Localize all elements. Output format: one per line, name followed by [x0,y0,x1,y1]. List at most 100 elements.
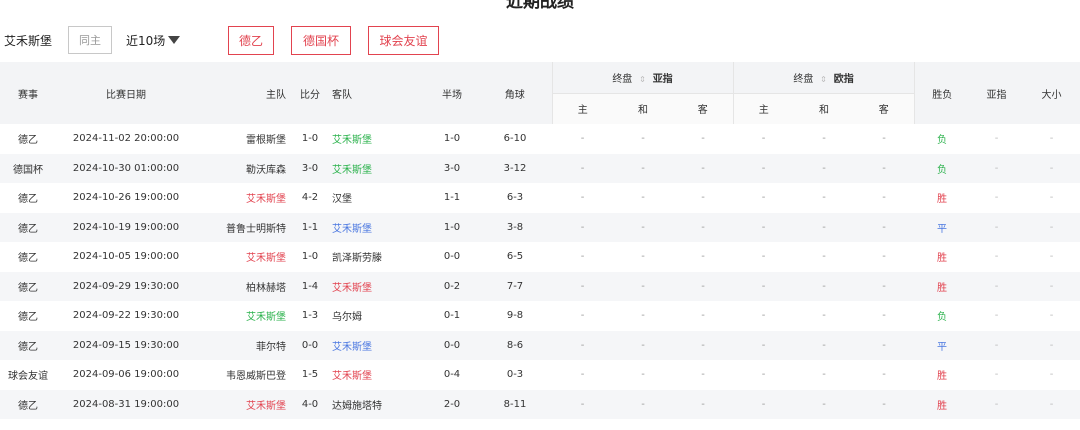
cell-odds: - [733,153,795,183]
cell-half: 0-4 [443,369,461,381]
group-asian-prefix: 终盘 [612,73,633,85]
cell-odds: - [761,192,766,204]
cell-odds: - [552,330,613,360]
table-row[interactable]: 球会友谊 2024-09-06 19:00:00 韦恩威斯巴登 1-5 艾禾斯堡 0-4 0… [0,360,1080,390]
table-row[interactable]: 德乙 2024-09-22 19:30:00 艾禾斯堡 1-3 乌尔姆 0-1 9-8 - - -… [0,301,1080,331]
cell-corners: 3-12 [478,153,552,183]
cell-asian-result: - [994,251,999,263]
cell-odds: - [613,153,673,183]
cell-asian-result: - [970,330,1024,360]
cell-date: 2024-10-05 19:00:00 [72,251,180,263]
cell-odds: - [673,212,734,242]
cell-score: 1-0 [301,133,319,145]
cell-ou-result: - [1023,330,1080,360]
cell-odds: - [794,153,855,183]
header-group-asian[interactable]: 终盘 ⇕ 亚指 [551,62,734,93]
match-rows: 德乙 2024-11-02 20:00:00 雷根斯堡 1-0 艾禾斯堡 1-0 6-10-… [0,124,1080,419]
cell-home-team: 雷根斯堡 [246,135,286,147]
cell-league: 德国杯 [0,153,56,183]
cell-result: 平 [914,212,971,242]
same-home-button[interactable]: 同主 [68,26,112,54]
cell-corners: 7-7 [478,271,552,301]
table-row[interactable]: 德乙 2024-08-31 19:00:00 艾禾斯堡 4-0 达姆施塔特 2-0 8-11… [0,389,1080,419]
filter-tag-friendly[interactable]: 球会友谊 [368,25,439,55]
cell-odds: - [701,369,705,381]
filter-tag-2bundesliga[interactable]: 德乙 [228,25,274,55]
sub-header-away: 客 [854,92,915,124]
group-euro-label: 欧指 [833,73,854,85]
cell-home-team: 勒沃库森 [196,153,292,183]
caret-down-icon [168,36,181,44]
table-row[interactable]: 德乙 2024-10-05 19:00:00 艾禾斯堡 1-0 凯泽斯劳滕 0-0 6-5 -… [0,242,1080,272]
cell-corners: 6-5 [506,251,524,263]
cell-half: 0-2 [426,271,478,301]
sub-header-home: 主 [732,92,795,124]
cell-odds: - [552,271,613,301]
cell-odds: - [641,192,645,204]
team-name: 艾禾斯堡 [4,33,53,48]
match-table: 赛事 比赛日期 主队 比分 客队 半场 角球 终盘 ⇕ 亚指 终盘 ⇕ 欧指 胜… [0,62,1080,419]
cell-odds: - [822,310,826,322]
header-group-euro[interactable]: 终盘 ⇕ 欧指 [732,62,915,93]
cell-away-team: 艾禾斯堡 [332,135,372,147]
cell-odds: - [733,330,795,360]
cell-away-team: 艾禾斯堡 [328,330,426,360]
cell-ou-result: - [1023,389,1080,419]
cell-date: 2024-10-26 19:00:00 [72,192,180,204]
cell-half: 0-1 [443,310,461,322]
cell-home-team: 柏林赫塔 [196,271,292,301]
cell-odds: - [794,330,855,360]
cell-asian-result: - [970,389,1024,419]
cell-odds: - [882,251,886,263]
cell-ou-result: - [1049,133,1054,145]
table-row[interactable]: 德乙 2024-10-19 19:00:00 普鲁士明斯特 1-1 艾禾斯堡 1-0 3-8… [0,212,1080,242]
cell-odds: - [673,389,734,419]
cell-corners: 9-8 [506,310,524,322]
cell-league: 德乙 [18,253,38,265]
cell-odds: - [552,153,613,183]
cell-away-team: 艾禾斯堡 [328,271,426,301]
cell-odds: - [673,271,734,301]
cell-date: 2024-09-15 19:30:00 [56,330,196,360]
table-row[interactable]: 德乙 2024-10-26 19:00:00 艾禾斯堡 4-2 汉堡 1-1 6-3 - - - -… [0,183,1080,213]
cell-league: 德乙 [18,312,38,324]
cell-score: 4-2 [301,192,319,204]
table-row[interactable]: 德乙 2024-09-29 19:30:00 柏林赫塔 1-4 艾禾斯堡 0-2 7-7- -… [0,271,1080,301]
cell-odds: - [641,133,645,145]
cell-odds: - [580,369,585,381]
cell-odds: - [641,369,645,381]
cell-odds: - [580,133,585,145]
cell-odds: - [552,212,613,242]
header-date: 比赛日期 [56,62,196,124]
table-row[interactable]: 德乙 2024-09-15 19:30:00 菲尔特 0-0 艾禾斯堡 0-0 8-6- - -… [0,330,1080,360]
sort-icon[interactable]: ⇕ [820,75,828,84]
group-euro-prefix: 终盘 [793,73,814,85]
cell-home-team: 艾禾斯堡 [196,389,292,419]
filter-tag-dfb-pokal[interactable]: 德国杯 [291,25,351,55]
recent-dropdown[interactable]: 近10场 [126,32,196,49]
cell-away-team: 达姆施塔特 [328,389,426,419]
cell-odds: - [761,133,766,145]
cell-odds: - [701,192,705,204]
cell-odds: - [761,251,766,263]
header-ou: 大小 [1023,62,1080,124]
cell-odds: - [701,251,705,263]
cell-asian-result: - [994,369,999,381]
cell-odds: - [822,369,826,381]
header-home: 主队 [196,62,292,124]
header-asian: 亚指 [970,62,1024,124]
table-row[interactable]: 德国杯 2024-10-30 01:00:00 勒沃库森 3-0 艾禾斯堡 3-0 3-12… [0,153,1080,183]
sub-header-away: 客 [673,92,734,124]
cell-score: 0-0 [292,330,328,360]
cell-league: 德乙 [0,330,56,360]
table-row[interactable]: 德乙 2024-11-02 20:00:00 雷根斯堡 1-0 艾禾斯堡 1-0 6-10 -… [0,124,1080,154]
header-half: 半场 [426,62,478,124]
cell-odds: - [613,330,673,360]
cell-half: 1-1 [443,192,461,204]
cell-date: 2024-11-02 20:00:00 [72,133,180,145]
cell-asian-result: - [970,153,1024,183]
cell-asian-result: - [994,133,999,145]
header-score: 比分 [292,62,328,124]
cell-away-team: 艾禾斯堡 [328,153,426,183]
sort-icon[interactable]: ⇕ [639,75,647,84]
